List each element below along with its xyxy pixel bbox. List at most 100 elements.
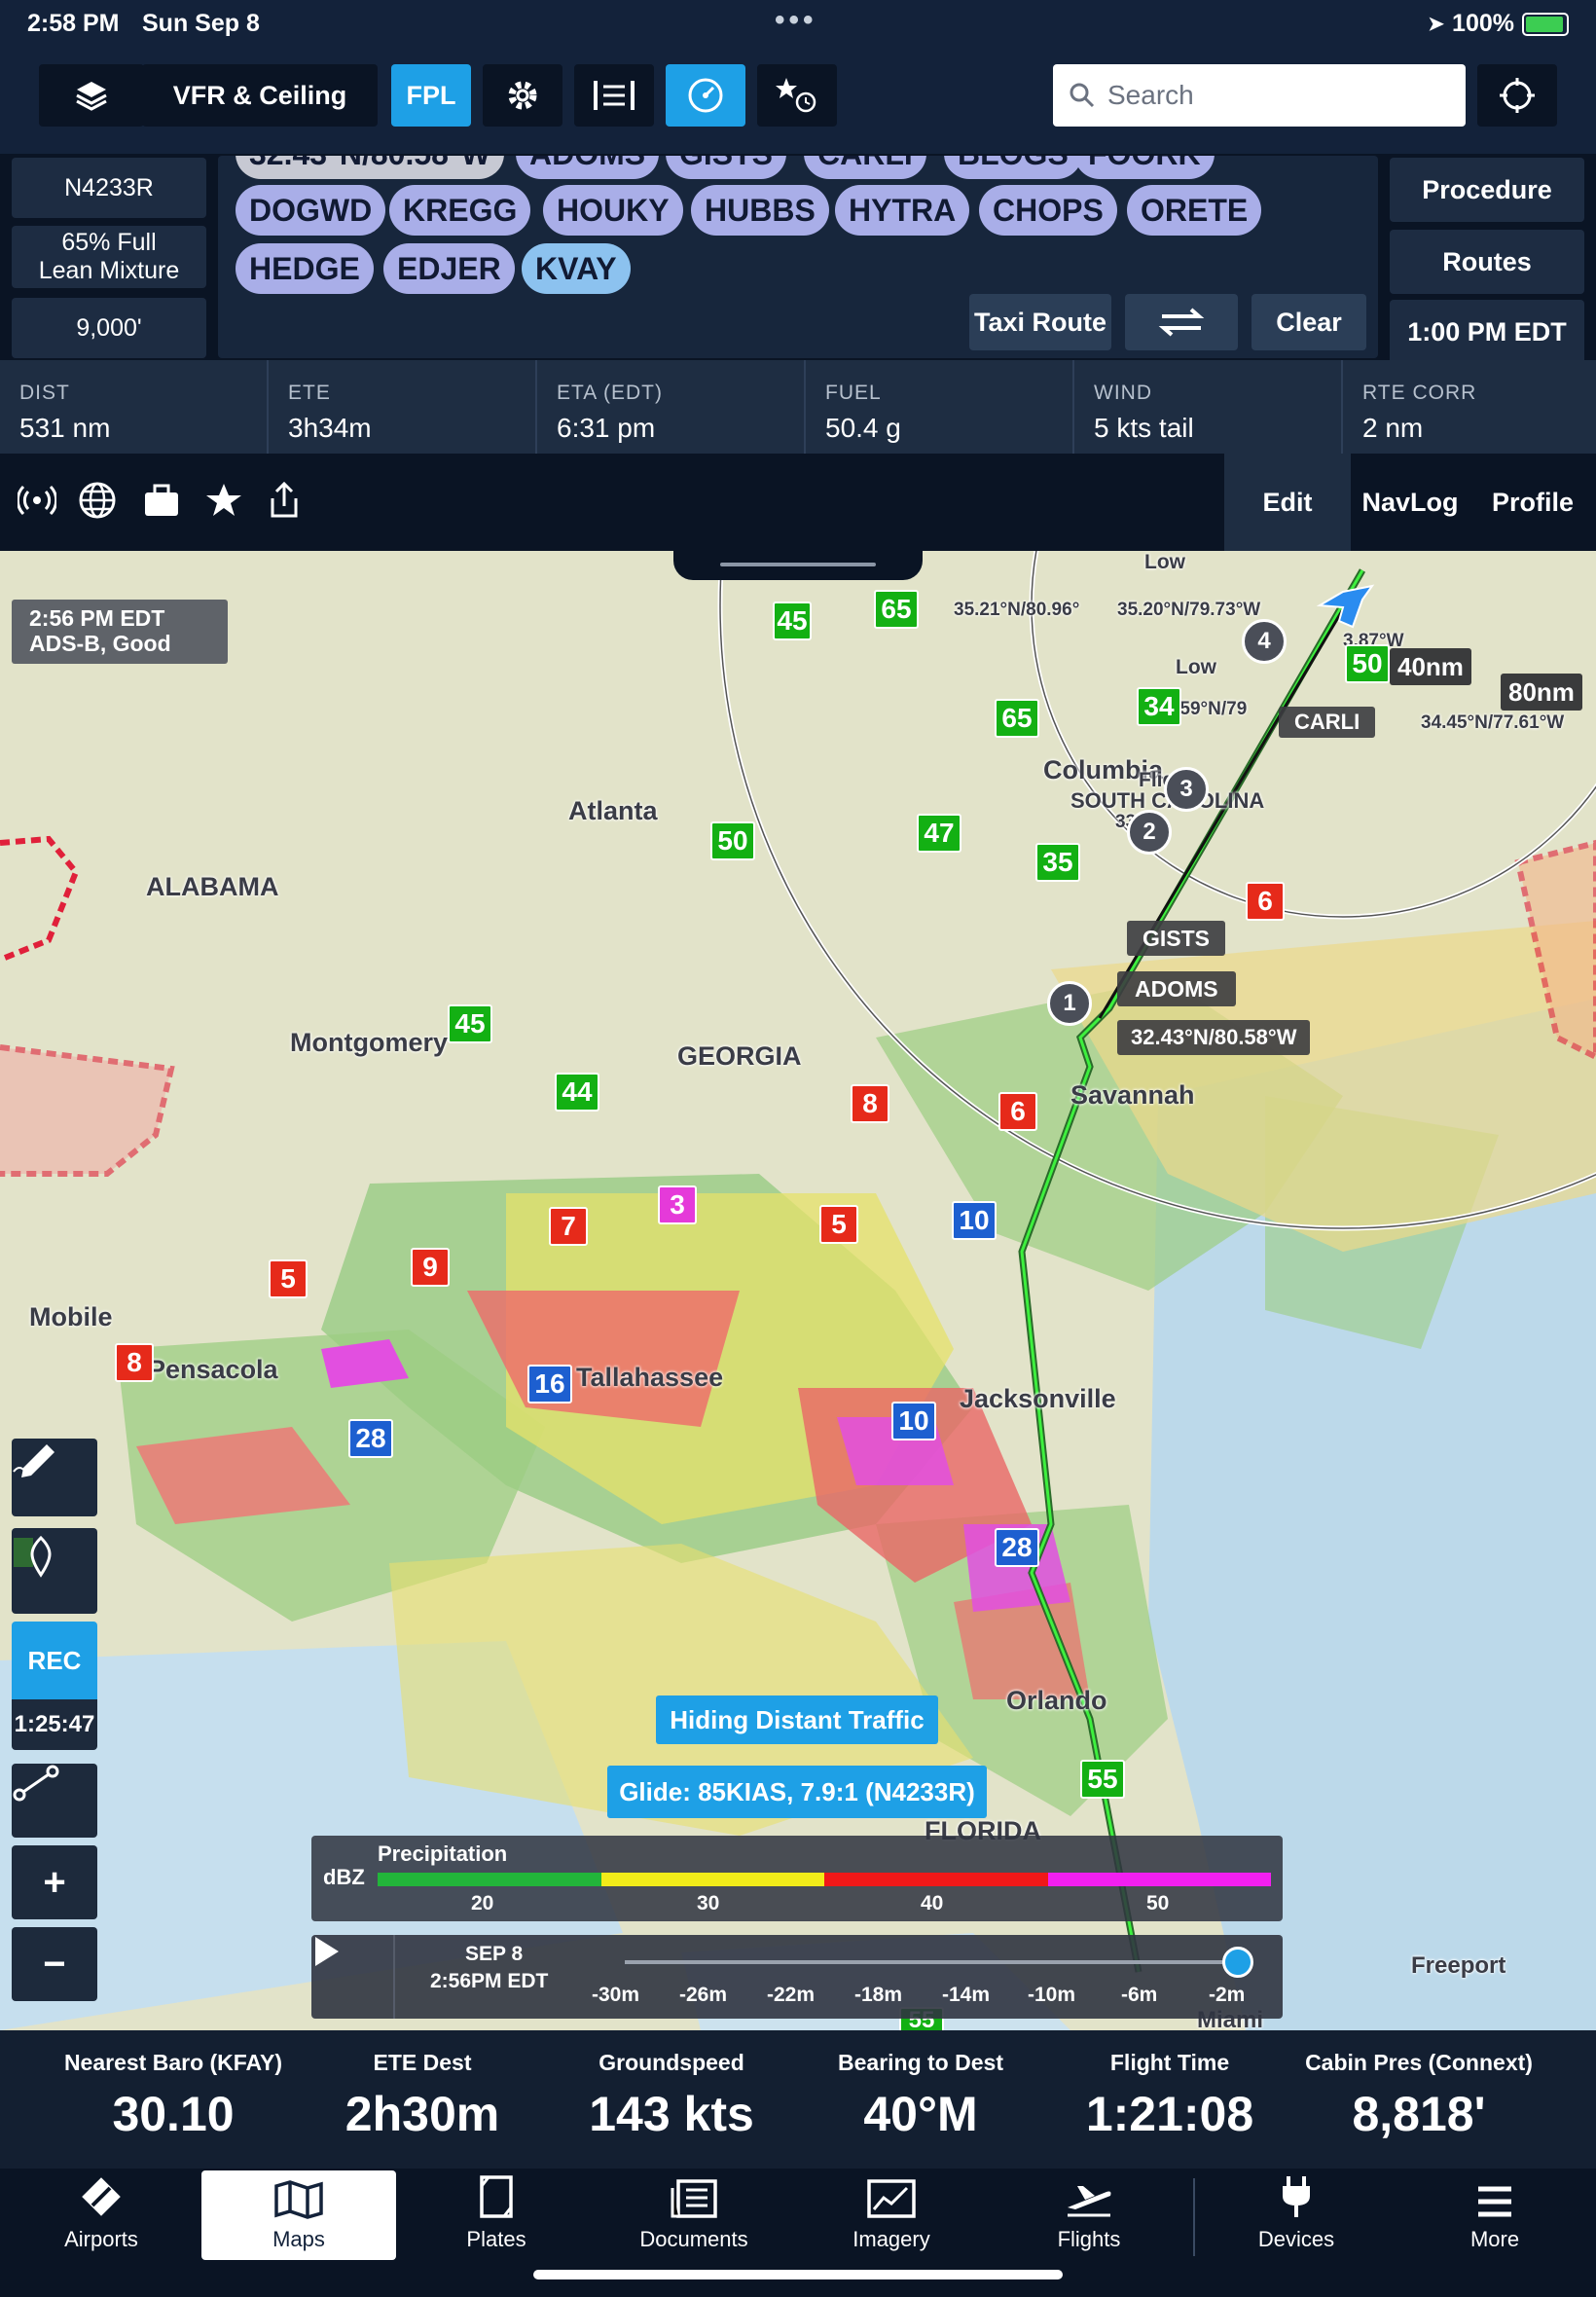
- fpl-button[interactable]: FPL: [391, 64, 471, 127]
- cloud-top-badge[interactable]: 8: [115, 1343, 154, 1382]
- cloud-top-badge[interactable]: 6: [1246, 882, 1285, 921]
- instrument-cell[interactable]: Nearest Baro (KFAY) 30.10: [49, 2030, 298, 2169]
- waypoint-chip[interactable]: 32.43°N/80.58°W: [236, 156, 504, 179]
- nav-maps[interactable]: Maps: [201, 2170, 396, 2260]
- cloud-top-badge[interactable]: 45: [773, 602, 812, 640]
- traffic-marker[interactable]: 2: [1127, 810, 1172, 855]
- cloud-top-badge[interactable]: 9: [411, 1248, 450, 1287]
- panel-drag-handle[interactable]: [673, 551, 923, 580]
- waypoint-chip[interactable]: CARLI: [804, 156, 926, 179]
- map-pin-button[interactable]: [12, 1528, 97, 1614]
- procedure-button[interactable]: Procedure: [1390, 158, 1584, 222]
- share-icon[interactable]: [265, 481, 304, 520]
- waypoint-chip[interactable]: FOORK: [1074, 156, 1215, 179]
- fuel-state-button[interactable]: 65% Full Lean Mixture: [12, 226, 206, 288]
- record-button[interactable]: REC: [12, 1622, 97, 1699]
- map-view[interactable]: 2:56 PM EDT ADS-B, Good ALABAMA GEORGIA …: [0, 551, 1596, 2030]
- settings-button[interactable]: [483, 64, 562, 127]
- waypoint-chip[interactable]: HOUKY: [543, 185, 683, 236]
- cloud-top-badge[interactable]: 50: [1345, 644, 1390, 683]
- timeline-slider-handle[interactable]: [1222, 1947, 1253, 1978]
- waypoint-chip[interactable]: HUBBS: [691, 185, 829, 236]
- nav-imagery[interactable]: Imagery: [794, 2170, 989, 2260]
- briefcase-icon[interactable]: [142, 481, 181, 520]
- traffic-marker[interactable]: 4: [1242, 619, 1287, 664]
- route-waypoint-label[interactable]: ADOMS: [1117, 971, 1236, 1006]
- waypoint-chip[interactable]: KVAY: [522, 243, 631, 294]
- cloud-top-badge[interactable]: 6: [998, 1092, 1037, 1131]
- waypoint-chip[interactable]: ADOMS: [516, 156, 660, 179]
- route-waypoint-label[interactable]: GISTS: [1127, 921, 1226, 956]
- layers-button[interactable]: [39, 64, 144, 127]
- instrument-cell[interactable]: Flight Time 1:21:08: [1045, 2030, 1294, 2169]
- cloud-top-badge[interactable]: 44: [555, 1073, 599, 1112]
- nav-flights[interactable]: Flights: [992, 2170, 1186, 2260]
- instrument-cell[interactable]: ETE Dest 2h30m: [298, 2030, 547, 2169]
- split-screen-button[interactable]: [574, 64, 654, 127]
- city-label[interactable]: Savannah: [1070, 1080, 1195, 1111]
- glide-banner[interactable]: Glide: 85KIAS, 7.9:1 (N4233R): [607, 1766, 987, 1818]
- cloud-top-badge[interactable]: 10: [952, 1201, 997, 1240]
- cloud-top-badge[interactable]: 7: [549, 1207, 588, 1246]
- cloud-top-badge[interactable]: 8: [851, 1084, 889, 1123]
- waypoint-chip[interactable]: EDJER: [383, 243, 515, 294]
- star-icon[interactable]: [204, 481, 243, 520]
- nav-plates[interactable]: Plates: [399, 2170, 594, 2260]
- instrument-panel[interactable]: Nearest Baro (KFAY) 30.10 ETE Dest 2h30m G…: [0, 2030, 1596, 2169]
- nav-documents[interactable]: Documents: [597, 2170, 791, 2260]
- cloud-top-badge[interactable]: 16: [527, 1365, 572, 1404]
- nav-more[interactable]: More: [1397, 2170, 1592, 2260]
- traffic-banner[interactable]: Hiding Distant Traffic: [656, 1695, 938, 1744]
- cloud-top-badge[interactable]: 5: [819, 1205, 858, 1244]
- waypoint-chip[interactable]: ORETE: [1127, 185, 1262, 236]
- globe-icon[interactable]: [78, 481, 117, 520]
- nav-devices[interactable]: Devices: [1199, 2170, 1394, 2260]
- route-waypoint-label[interactable]: CARLI: [1279, 707, 1376, 738]
- instrument-cell[interactable]: Cabin Pres (Connext) 8,818': [1294, 2030, 1543, 2169]
- cloud-top-badge[interactable]: 55: [1080, 1760, 1125, 1799]
- cloud-top-badge[interactable]: 65: [995, 699, 1039, 738]
- route-waypoints[interactable]: 32.43°N/80.58°W ADOMS GISTS CARLI BLOGS …: [218, 156, 1378, 358]
- nav-airports[interactable]: Airports: [4, 2170, 199, 2260]
- city-label[interactable]: Freeport: [1411, 1952, 1505, 1980]
- city-label[interactable]: Mobile: [29, 1302, 113, 1332]
- tab-navlog[interactable]: NavLog: [1351, 454, 1469, 551]
- cloud-top-badge[interactable]: 3: [658, 1185, 697, 1224]
- waypoint-chip[interactable]: HEDGE: [236, 243, 374, 294]
- reverse-route-button[interactable]: [1125, 294, 1238, 350]
- aircraft-tail-button[interactable]: N4233R: [12, 158, 206, 218]
- draw-button[interactable]: [12, 1439, 97, 1516]
- map-layer-selector[interactable]: VFR & Ceiling: [142, 64, 378, 127]
- multitask-dots[interactable]: •••: [775, 4, 817, 37]
- home-indicator[interactable]: [533, 2270, 1063, 2279]
- cloud-top-badge[interactable]: 34: [1137, 687, 1181, 726]
- cloud-top-badge[interactable]: 28: [995, 1528, 1039, 1567]
- search-input[interactable]: Search: [1053, 64, 1466, 127]
- waypoint-chip[interactable]: GISTS: [666, 156, 787, 179]
- waypoint-chip[interactable]: BLOGS: [944, 156, 1082, 179]
- broadcast-icon[interactable]: [18, 481, 56, 520]
- altitude-button[interactable]: 9,000': [12, 298, 206, 358]
- waypoint-chip[interactable]: HYTRA: [835, 185, 970, 236]
- cloud-top-badge[interactable]: 28: [348, 1419, 393, 1458]
- city-label[interactable]: Pensacola: [148, 1355, 278, 1385]
- instrument-button[interactable]: [666, 64, 745, 127]
- cloud-top-badge[interactable]: 50: [710, 821, 755, 860]
- city-label[interactable]: Montgomery: [290, 1028, 448, 1058]
- cloud-top-badge[interactable]: 45: [448, 1004, 492, 1043]
- cloud-top-badge[interactable]: 5: [269, 1259, 308, 1298]
- city-label[interactable]: Orlando: [1006, 1686, 1107, 1716]
- traffic-marker[interactable]: 3: [1164, 767, 1209, 812]
- routes-button[interactable]: Routes: [1390, 230, 1584, 294]
- cloud-top-badge[interactable]: 65: [874, 590, 919, 629]
- center-location-button[interactable]: [1477, 64, 1557, 127]
- cloud-top-badge[interactable]: 35: [1035, 843, 1080, 882]
- zoom-out-button[interactable]: −: [12, 1927, 97, 2001]
- waypoint-chip[interactable]: DOGWD: [236, 185, 386, 236]
- play-button[interactable]: [311, 1935, 395, 2019]
- favorites-timer-button[interactable]: [757, 64, 837, 127]
- adsb-status-box[interactable]: 2:56 PM EDT ADS-B, Good: [12, 600, 228, 664]
- waypoint-chip[interactable]: KREGG: [389, 185, 531, 236]
- zoom-in-button[interactable]: +: [12, 1845, 97, 1919]
- instrument-cell[interactable]: Bearing to Dest 40°M: [796, 2030, 1045, 2169]
